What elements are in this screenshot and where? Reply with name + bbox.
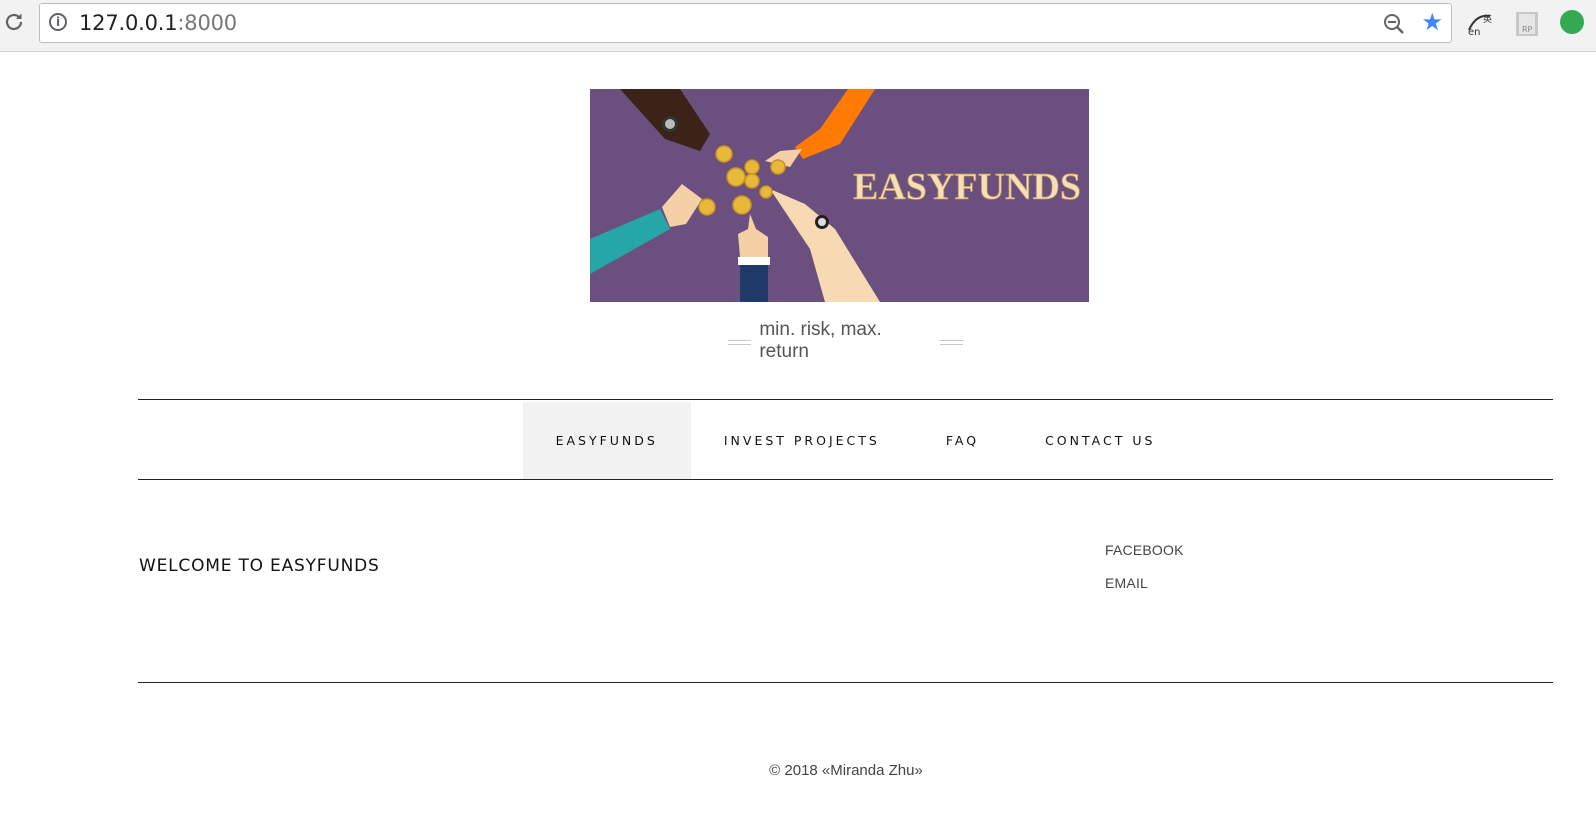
bookmark-star-icon[interactable]: ★	[1421, 10, 1443, 36]
nav-item-contact-us[interactable]: CONTACT US	[1012, 402, 1188, 479]
address-bar[interactable]: i 127.0.0.1:8000 ★	[39, 3, 1452, 43]
nav-item-easyfunds[interactable]: EASYFUNDS	[522, 402, 691, 479]
url-text[interactable]: 127.0.0.1:8000	[79, 11, 237, 35]
svg-text:RP: RP	[1522, 25, 1533, 34]
url-host: 127.0.0.1	[79, 11, 178, 35]
nav-item-invest-projects[interactable]: INVEST PROJECTS	[691, 402, 913, 479]
reload-icon[interactable]	[2, 10, 26, 34]
svg-text:en: en	[1468, 27, 1481, 38]
banner-image: EASYFUNDS	[590, 89, 1089, 302]
tagline-ornament-right	[939, 339, 964, 345]
translate-extension-icon[interactable]: en 英	[1466, 10, 1494, 38]
url-port: :8000	[177, 11, 237, 35]
svg-text:英: 英	[1483, 13, 1492, 25]
nav-bottom-divider	[138, 479, 1553, 480]
browser-toolbar: i 127.0.0.1:8000 ★ en 英 RP	[0, 0, 1596, 52]
welcome-heading: WELCOME TO EASYFUNDS	[139, 556, 380, 576]
green-extension-icon[interactable]	[1560, 10, 1584, 34]
email-link[interactable]: EMAIL	[1105, 575, 1148, 591]
copyright-text: © 2018 «Miranda Zhu»	[769, 762, 923, 779]
footer-divider	[138, 682, 1553, 683]
rp-extension-icon[interactable]: RP	[1514, 10, 1540, 38]
tagline: min. risk, max. return	[728, 319, 964, 362]
tagline-ornament-left	[728, 339, 752, 345]
nav-item-faq[interactable]: FAQ	[913, 402, 1012, 479]
info-icon[interactable]: i	[49, 13, 67, 31]
zoom-out-icon[interactable]	[1383, 13, 1405, 35]
tagline-text: min. risk, max. return	[759, 319, 882, 362]
banner-title: EASYFUNDS	[853, 166, 1081, 208]
nav-top-divider	[138, 399, 1553, 400]
facebook-link[interactable]: FACEBOOK	[1105, 542, 1184, 558]
main-nav: EASYFUNDS INVEST PROJECTS FAQ CONTACT US	[138, 402, 1553, 479]
